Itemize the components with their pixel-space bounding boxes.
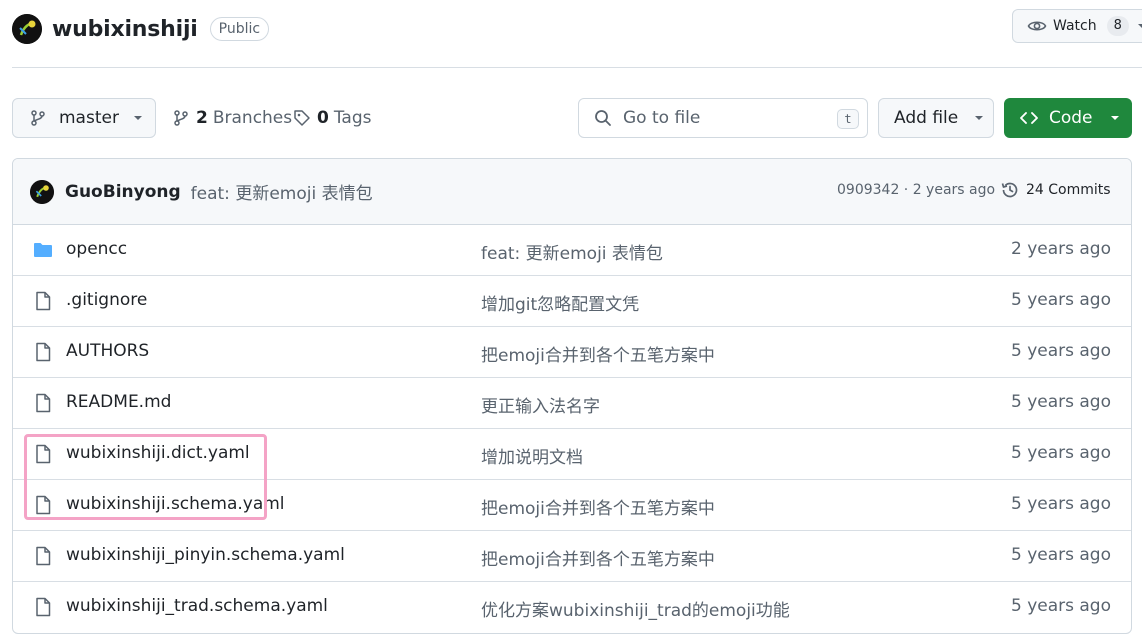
visibility-badge: Public bbox=[209, 17, 270, 41]
commit-author-avatar[interactable] bbox=[30, 179, 54, 204]
file-row[interactable]: wubixinshiji.dict.yaml 增加说明文档 5 years ag… bbox=[13, 429, 1131, 480]
file-age: 5 years ago bbox=[1010, 341, 1111, 361]
file-commit-message[interactable]: 把emoji合并到各个五笔方案中 bbox=[481, 545, 715, 570]
file-name[interactable]: wubixinshiji_pinyin.schema.yaml bbox=[66, 545, 345, 565]
tags-link[interactable]: 0 Tags bbox=[293, 108, 371, 128]
code-button[interactable]: Code bbox=[1004, 98, 1132, 138]
file-row[interactable]: wubixinshiji.schema.yaml 把emoji合并到各个五笔方案… bbox=[13, 480, 1131, 531]
latest-commit-bar: GuoBinyong feat: 更新emoji 表情包 0909342 · 2… bbox=[13, 159, 1131, 225]
folder-icon bbox=[34, 243, 52, 257]
file-icon bbox=[36, 342, 51, 362]
file-row[interactable]: wubixinshiji_trad.schema.yaml 优化方案wubixi… bbox=[13, 582, 1131, 633]
code-label: Code bbox=[1049, 108, 1093, 128]
code-icon bbox=[1020, 112, 1038, 124]
branch-name: master bbox=[59, 108, 119, 128]
add-file-button[interactable]: Add file bbox=[878, 98, 994, 138]
file-row[interactable]: README.md 更正输入法名字 5 years ago bbox=[13, 378, 1131, 429]
file-commit-message[interactable]: 优化方案wubixinshiji_trad的emoji功能 bbox=[481, 596, 790, 621]
branches-count: 2 bbox=[196, 108, 208, 128]
file-age: 5 years ago bbox=[1010, 494, 1111, 514]
file-age: 5 years ago bbox=[1010, 290, 1111, 310]
watch-label: Watch bbox=[1053, 18, 1097, 34]
tags-count: 0 bbox=[317, 108, 329, 128]
chevron-down-icon bbox=[1110, 116, 1119, 120]
history-icon bbox=[1001, 182, 1018, 198]
search-placeholder: Go to file bbox=[623, 108, 701, 128]
commit-hash-time[interactable]: 0909342 · 2 years ago bbox=[837, 182, 995, 198]
watch-button[interactable]: Watch 8 bbox=[1012, 9, 1142, 43]
commits-label: 24 Commits bbox=[1026, 182, 1111, 198]
eye-icon bbox=[1027, 21, 1047, 31]
file-table: GuoBinyong feat: 更新emoji 表情包 0909342 · 2… bbox=[12, 158, 1132, 634]
file-commit-message[interactable]: 把emoji合并到各个五笔方案中 bbox=[481, 341, 715, 366]
repo-name[interactable]: wubixinshiji bbox=[52, 17, 198, 42]
file-row[interactable]: wubixinshiji_pinyin.schema.yaml 把emoji合并… bbox=[13, 531, 1131, 582]
repo-owner-avatar[interactable] bbox=[12, 14, 42, 44]
file-commit-message[interactable]: 增加git忽略配置文凭 bbox=[481, 290, 639, 315]
file-name[interactable]: wubixinshiji_trad.schema.yaml bbox=[66, 596, 328, 616]
file-row[interactable]: opencc feat: 更新emoji 表情包 2 years ago bbox=[13, 225, 1131, 276]
branch-select-button[interactable]: master bbox=[12, 98, 156, 138]
go-to-file-input[interactable]: Go to file t bbox=[578, 98, 868, 138]
search-shortcut-key: t bbox=[837, 109, 859, 129]
file-row[interactable]: .gitignore 增加git忽略配置文凭 5 years ago bbox=[13, 276, 1131, 327]
file-name[interactable]: wubixinshiji.schema.yaml bbox=[66, 494, 285, 514]
file-name[interactable]: AUTHORS bbox=[66, 341, 149, 361]
search-icon bbox=[595, 110, 611, 126]
file-commit-message[interactable]: feat: 更新emoji 表情包 bbox=[481, 239, 663, 264]
file-row[interactable]: AUTHORS 把emoji合并到各个五笔方案中 5 years ago bbox=[13, 327, 1131, 378]
branches-link[interactable]: 2 Branches bbox=[172, 108, 292, 128]
file-age: 5 years ago bbox=[1010, 596, 1111, 616]
chevron-down-icon bbox=[1137, 24, 1142, 28]
git-branch-icon bbox=[174, 110, 188, 126]
chevron-down-icon bbox=[133, 116, 142, 120]
file-age: 5 years ago bbox=[1010, 545, 1111, 565]
file-name[interactable]: .gitignore bbox=[66, 290, 147, 310]
header-divider bbox=[12, 67, 1142, 68]
file-icon bbox=[36, 393, 51, 413]
file-age: 2 years ago bbox=[1010, 239, 1111, 259]
watch-count: 8 bbox=[1106, 16, 1129, 36]
commit-author[interactable]: GuoBinyong bbox=[65, 182, 181, 202]
file-commit-message[interactable]: 把emoji合并到各个五笔方案中 bbox=[481, 494, 715, 519]
tag-icon bbox=[294, 110, 310, 126]
file-commit-message[interactable]: 增加说明文档 bbox=[481, 443, 583, 468]
file-age: 5 years ago bbox=[1010, 443, 1111, 463]
tags-label: Tags bbox=[333, 108, 372, 128]
file-name[interactable]: wubixinshiji.dict.yaml bbox=[66, 443, 250, 463]
git-branch-icon bbox=[31, 110, 45, 126]
commit-message[interactable]: feat: 更新emoji 表情包 bbox=[191, 179, 373, 204]
chevron-down-icon bbox=[975, 116, 984, 120]
add-file-label: Add file bbox=[894, 108, 959, 128]
repo-header: wubixinshiji Public bbox=[12, 11, 270, 47]
commits-history-link[interactable]: 24 Commits bbox=[1000, 180, 1111, 200]
file-name[interactable]: README.md bbox=[66, 392, 171, 412]
file-icon bbox=[36, 597, 51, 617]
file-age: 5 years ago bbox=[1010, 392, 1111, 412]
file-commit-message[interactable]: 更正输入法名字 bbox=[481, 392, 600, 417]
file-icon bbox=[36, 495, 51, 515]
repo-page: wubixinshiji Public Watch 8 master 2 Bra… bbox=[0, 0, 1142, 644]
file-icon bbox=[36, 546, 51, 566]
file-name[interactable]: opencc bbox=[66, 239, 127, 259]
file-icon bbox=[36, 291, 51, 311]
file-icon bbox=[36, 444, 51, 464]
branches-label: Branches bbox=[212, 108, 293, 128]
